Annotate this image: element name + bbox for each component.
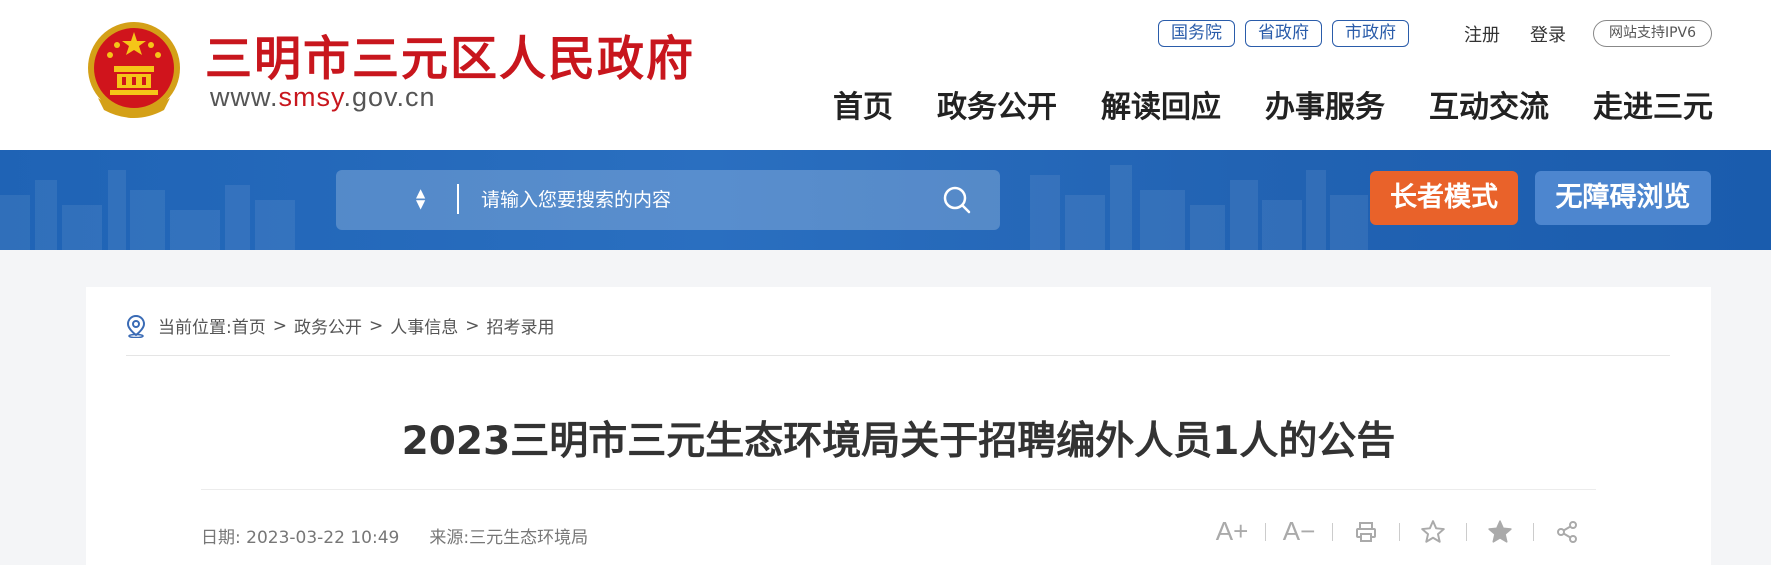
accessibility-button[interactable]: 无障碍浏览 <box>1535 171 1711 225</box>
login-link[interactable]: 登录 <box>1530 21 1566 47</box>
search-banner: ▲▼ 长者模式 无障碍浏览 <box>0 150 1771 250</box>
domain-highlight: smsy <box>278 82 344 112</box>
domain-suffix: .gov.cn <box>343 82 436 112</box>
breadcrumb-personnel-info[interactable]: 人事信息 <box>390 313 458 338</box>
link-state-council[interactable]: 国务院 <box>1158 20 1235 47</box>
date-label: 日期: <box>201 528 241 548</box>
national-emblem-icon <box>88 22 180 118</box>
breadcrumb: 当前位置: 首页 > 政务公开 > 人事信息 > 招考录用 <box>126 313 554 338</box>
search-scope-toggle-icon[interactable]: ▲ ▼ <box>416 187 425 210</box>
article-source: 来源:三元生态环境局 <box>429 523 588 548</box>
print-button[interactable] <box>1343 520 1389 544</box>
font-increase-button[interactable]: A+ <box>1209 516 1255 547</box>
star-filled-icon <box>1488 519 1512 543</box>
site-domain: www.smsy.gov.cn <box>210 82 436 113</box>
tool-divider <box>1533 522 1534 541</box>
tool-divider <box>1332 522 1333 541</box>
domain-prefix: www. <box>210 82 279 112</box>
share-button[interactable] <box>1544 520 1590 544</box>
breadcrumb-separator: > <box>368 315 384 336</box>
search-box: ▲ ▼ <box>336 170 1000 230</box>
register-link[interactable]: 注册 <box>1464 21 1500 47</box>
main-nav: 首页 政务公开 解读回应 办事服务 互动交流 走进三元 <box>833 82 1713 126</box>
nav-home[interactable]: 首页 <box>833 82 893 126</box>
elder-mode-button[interactable]: 长者模式 <box>1370 171 1518 225</box>
search-divider <box>457 184 459 214</box>
article-title: 2023三明市三元生态环境局关于招聘编外人员1人的公告 <box>401 419 1396 464</box>
nav-about-sanyuan[interactable]: 走进三元 <box>1593 82 1713 126</box>
nav-interaction[interactable]: 互动交流 <box>1429 82 1549 126</box>
search-icon[interactable] <box>941 184 973 216</box>
article-meta: 日期: 2023-03-22 10:49 来源:三元生态环境局 <box>201 523 588 548</box>
date-value: 2023-03-22 10:49 <box>246 528 400 548</box>
favorite-button[interactable] <box>1410 519 1456 545</box>
source-value: 三元生态环境局 <box>469 528 589 548</box>
tool-divider <box>1399 522 1400 541</box>
favorites-list-button[interactable] <box>1477 519 1523 545</box>
font-decrease-button[interactable]: A− <box>1276 516 1322 547</box>
government-links: 国务院 省政府 市政府 <box>1158 20 1409 47</box>
nav-services[interactable]: 办事服务 <box>1265 82 1385 126</box>
link-city-gov[interactable]: 市政府 <box>1332 20 1409 47</box>
article-tools: A+ A− <box>1209 516 1590 547</box>
user-links: 注册 登录 <box>1464 21 1566 47</box>
source-label: 来源: <box>429 528 470 548</box>
breadcrumb-prefix: 当前位置: <box>158 318 232 338</box>
publish-date: 日期: 2023-03-22 10:49 <box>201 523 399 548</box>
breadcrumb-home[interactable]: 首页 <box>232 313 266 338</box>
nav-government-affairs[interactable]: 政务公开 <box>937 82 1057 126</box>
breadcrumb-divider <box>126 355 1670 356</box>
site-header: 三明市三元区人民政府 www.smsy.gov.cn 国务院 省政府 市政府 注… <box>0 0 1771 150</box>
nav-interpretation[interactable]: 解读回应 <box>1101 82 1221 126</box>
star-outline-icon <box>1421 519 1445 543</box>
breadcrumb-separator: > <box>272 315 287 336</box>
title-divider <box>201 489 1596 490</box>
ipv6-badge: 网站支持IPV6 <box>1593 20 1712 47</box>
tool-divider <box>1466 522 1467 541</box>
breadcrumb-separator: > <box>465 315 480 336</box>
article-panel: 当前位置: 首页 > 政务公开 > 人事信息 > 招考录用 2023三明市三元生… <box>86 287 1711 565</box>
search-input[interactable] <box>481 182 921 218</box>
breadcrumb-government-affairs[interactable]: 政务公开 <box>294 313 362 338</box>
location-pin-icon <box>126 314 146 338</box>
site-title: 三明市三元区人民政府 <box>205 32 695 87</box>
share-icon <box>1557 520 1577 543</box>
tool-divider <box>1265 522 1266 541</box>
link-provincial-gov[interactable]: 省政府 <box>1245 20 1322 47</box>
print-icon <box>1356 521 1376 542</box>
breadcrumb-recruitment[interactable]: 招考录用 <box>486 313 554 338</box>
